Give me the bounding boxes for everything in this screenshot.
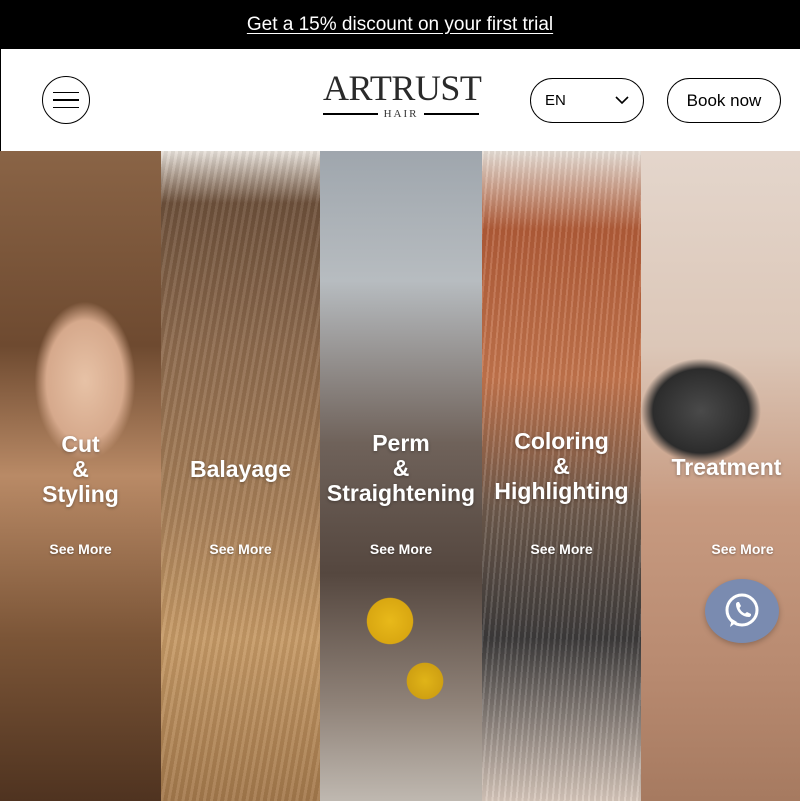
see-more-link[interactable]: See More (161, 541, 320, 557)
logo-subline: HAIR (323, 108, 480, 120)
whatsapp-chat-button[interactable] (705, 579, 779, 643)
service-title-line: & (553, 453, 570, 479)
logo-rule (424, 113, 480, 115)
service-title: Balayage (161, 457, 320, 482)
service-title-line: Treatment (671, 454, 782, 480)
service-title-line: Cut (61, 431, 100, 457)
service-title-line: & (392, 455, 410, 481)
service-title-line: & (72, 456, 89, 482)
service-title-line: Highlighting (494, 478, 629, 504)
see-more-link[interactable]: See More (482, 541, 641, 557)
services-gallery: Cut & Styling See More Balayage See More… (0, 151, 800, 801)
service-title: Treatment (647, 455, 800, 480)
menu-line (53, 91, 79, 94)
language-value: EN (545, 92, 566, 109)
logo-subtitle: HAIR (383, 108, 419, 120)
logo-rule (323, 113, 378, 115)
service-title-line: Balayage (189, 456, 291, 482)
see-more-link[interactable]: See More (663, 541, 800, 557)
service-title-line: Perm (372, 430, 430, 456)
language-select[interactable]: EN (530, 78, 644, 123)
promo-link[interactable]: Get a 15% discount on your first trial (247, 14, 553, 36)
menu-line (53, 99, 79, 101)
logo[interactable]: ARTRUST HAIR (323, 68, 482, 127)
service-title-line: Coloring (514, 428, 609, 454)
service-title: Cut & Styling (0, 432, 161, 507)
book-now-button[interactable]: Book now (667, 78, 781, 123)
logo-wordmark: ARTRUST (323, 68, 482, 108)
chevron-down-icon (615, 96, 629, 105)
see-more-link[interactable]: See More (0, 541, 161, 557)
service-panel-coloring-highlighting[interactable]: Coloring & Highlighting See More (482, 151, 641, 801)
service-panel-balayage[interactable]: Balayage See More (161, 151, 320, 801)
service-title: Perm & Straightening (320, 431, 482, 506)
promo-banner: Get a 15% discount on your first trial (0, 0, 800, 49)
see-more-link[interactable]: See More (320, 541, 482, 557)
service-title: Coloring & Highlighting (482, 429, 641, 504)
service-panel-treatment[interactable]: Treatment See More (641, 151, 800, 801)
whatsapp-icon (725, 593, 759, 627)
service-title-line: Styling (42, 481, 119, 507)
menu-line (53, 106, 79, 109)
site-header: ARTRUST HAIR EN Book now (0, 49, 800, 151)
service-title-line: Straightening (326, 480, 476, 506)
service-panel-cut-styling[interactable]: Cut & Styling See More (0, 151, 161, 801)
service-panel-perm-straightening[interactable]: Perm & Straightening See More (320, 151, 482, 801)
hamburger-menu-button[interactable] (42, 76, 90, 124)
